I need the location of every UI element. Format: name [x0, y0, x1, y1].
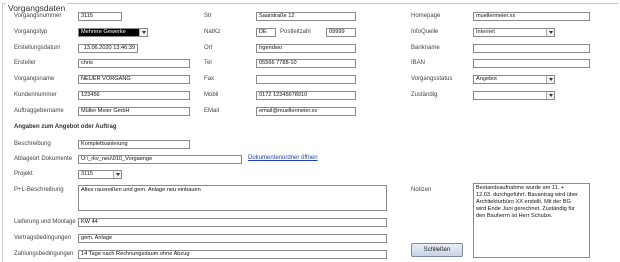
projekt-label: Projekt: [14, 171, 33, 177]
iban-label: IBAN: [411, 60, 426, 66]
vorgangstyp-value: Mehrere Gewerke: [81, 29, 126, 35]
fax-label: Fax: [204, 76, 215, 82]
postleitzahl-field[interactable]: 09999: [326, 28, 356, 37]
vorgangsstatus-label: Vorgangsstatus: [411, 76, 453, 82]
auftraggebername-field[interactable]: Müller Meier GmbH: [78, 107, 190, 116]
vertragsbedingungen-field[interactable]: gem. Anlage: [78, 234, 387, 243]
kundennummer-label: Kundennummer: [14, 92, 57, 98]
str-field[interactable]: Saarstraße 12: [256, 12, 356, 21]
vorgangsname-field[interactable]: NEUER VORGANG: [78, 75, 190, 84]
projekt-select[interactable]: 3115: [78, 170, 122, 179]
iban-field[interactable]: [473, 59, 590, 68]
infoquelle-value: Internet: [476, 29, 495, 35]
ersteller-field[interactable]: chris: [78, 59, 190, 68]
ort-label: Ort: [204, 45, 213, 51]
vorgangsnummer-field[interactable]: 3115: [78, 12, 122, 21]
beschreibung-field[interactable]: Komplettsanierung: [78, 140, 190, 149]
email-label: EMail: [204, 108, 220, 114]
angaben-heading: Angaben zum Angebot oder Auftrag: [14, 124, 117, 130]
lieferung-label: Lieferung und Montage: [14, 219, 76, 225]
erstellungsdatum-label: Erstellungsdatum: [14, 45, 61, 51]
vorgangsstatus-value: Angebot: [476, 76, 497, 82]
projekt-value: 3115: [81, 171, 94, 177]
zahlungsbedingungen-label: Zahlungsbedingungen: [14, 251, 74, 257]
ersteller-label: Ersteller: [14, 60, 37, 66]
dokumentenordner-link[interactable]: Dokumentenordner öffnen: [248, 155, 318, 161]
vorgangsnummer-label: Vorgangsnummer: [14, 13, 62, 19]
natkz-field[interactable]: DE: [256, 28, 276, 37]
erstellungsdatum-field[interactable]: 13.06.2020 13:46:39: [78, 44, 138, 53]
chevron-down-icon[interactable]: [546, 92, 554, 99]
fax-field[interactable]: [256, 75, 356, 84]
chevron-down-icon[interactable]: [139, 29, 147, 36]
beschreibung-label: Beschreibung: [14, 141, 51, 147]
ablageort-field[interactable]: U:\_rkv_neu\010_Vorgaenge: [78, 155, 242, 164]
mobil-field[interactable]: 0172 12345678910: [256, 91, 356, 100]
chevron-down-icon[interactable]: [546, 29, 554, 36]
infoquelle-select[interactable]: Internet: [473, 28, 555, 37]
chevron-down-icon[interactable]: [113, 171, 121, 178]
tel-label: Tel: [204, 60, 212, 66]
kundennummer-field[interactable]: 123456: [78, 91, 190, 100]
ort-field[interactable]: Irgendwo: [256, 44, 356, 53]
vertragsbedingungen-label: Vertragsbedingungen: [14, 235, 72, 241]
vorgangsstatus-select[interactable]: Angebot: [473, 75, 555, 84]
infoquelle-label: InfoQuelle: [411, 29, 439, 35]
pl-beschreibung-label: P+L-Beschreibung: [14, 187, 64, 193]
homepage-field[interactable]: muellermeier.xx: [473, 12, 590, 21]
zustaendig-label: Zuständig: [411, 92, 438, 98]
mobil-label: Mobil: [204, 92, 219, 98]
auftraggebername-label: Auftraggebername: [14, 108, 64, 114]
bankname-label: Bankname: [411, 45, 440, 51]
chevron-down-icon[interactable]: [546, 76, 554, 83]
ablageort-label: Ablageort Dokumente: [14, 156, 73, 162]
vorgangstyp-label: Vorgangstyp: [14, 29, 48, 35]
close-button[interactable]: Schließen: [411, 243, 463, 257]
vorgangstyp-select[interactable]: Mehrere Gewerke: [78, 28, 148, 37]
postleitzahl-label: Postleitzahl: [280, 29, 311, 35]
lieferung-field[interactable]: KW 44: [78, 218, 387, 227]
pl-beschreibung-textarea[interactable]: Altes rausreißen und gem. Anlage neu ein…: [78, 185, 387, 211]
vorgangsname-label: Vorgangsname: [14, 76, 55, 82]
homepage-label: Homepage: [411, 13, 441, 19]
zahlungsbedingungen-field[interactable]: 14 Tage nach Rechnungsdaum ohne Abzug: [78, 250, 387, 259]
zustaendig-select[interactable]: [473, 91, 555, 100]
tel-field[interactable]: 05566 7788-10: [256, 59, 356, 68]
str-label: Str: [204, 13, 212, 19]
notizen-textarea[interactable]: Bestandsaufnahme wurde am 11. + 12.03. d…: [473, 183, 590, 258]
email-field[interactable]: email@muellermeier.xx: [256, 107, 356, 116]
notizen-label: Notizen: [411, 187, 432, 193]
natkz-label: NatKz: [204, 29, 221, 35]
bankname-field[interactable]: [473, 44, 590, 53]
